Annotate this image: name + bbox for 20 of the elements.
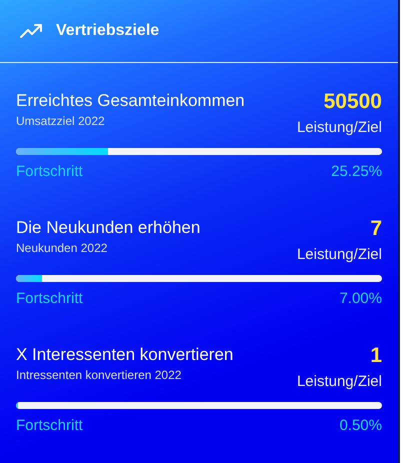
progress-label: Fortschritt [16, 290, 83, 307]
progress-label: Fortschritt [16, 163, 83, 180]
progress-label: Fortschritt [16, 417, 83, 434]
goal-value: 7 [370, 217, 382, 241]
value-label: Leistung/Ziel [296, 373, 382, 390]
progress-percent: 0.50% [339, 417, 382, 434]
goal-title: X Interessenten konvertieren [16, 344, 234, 366]
goal-value: 50500 [324, 90, 382, 114]
progress-percent: 25.25% [331, 163, 382, 180]
goal-title: Die Neukunden erhöhen [16, 217, 200, 239]
card-title: Vertriebsziele [56, 22, 160, 40]
goal-title: Erreichtes Gesamteinkommen [16, 90, 245, 112]
progress-percent: 7.00% [339, 290, 382, 307]
goal-subtitle: Intressenten konvertieren 2022 [16, 368, 182, 382]
value-label: Leistung/Ziel [296, 119, 382, 136]
value-label: Leistung/Ziel [296, 246, 382, 263]
goal-value: 1 [370, 344, 382, 368]
trend-up-icon [20, 23, 44, 39]
goal-subtitle: Neukunden 2022 [16, 241, 108, 255]
goal-subtitle: Umsatzziel 2022 [16, 114, 106, 128]
